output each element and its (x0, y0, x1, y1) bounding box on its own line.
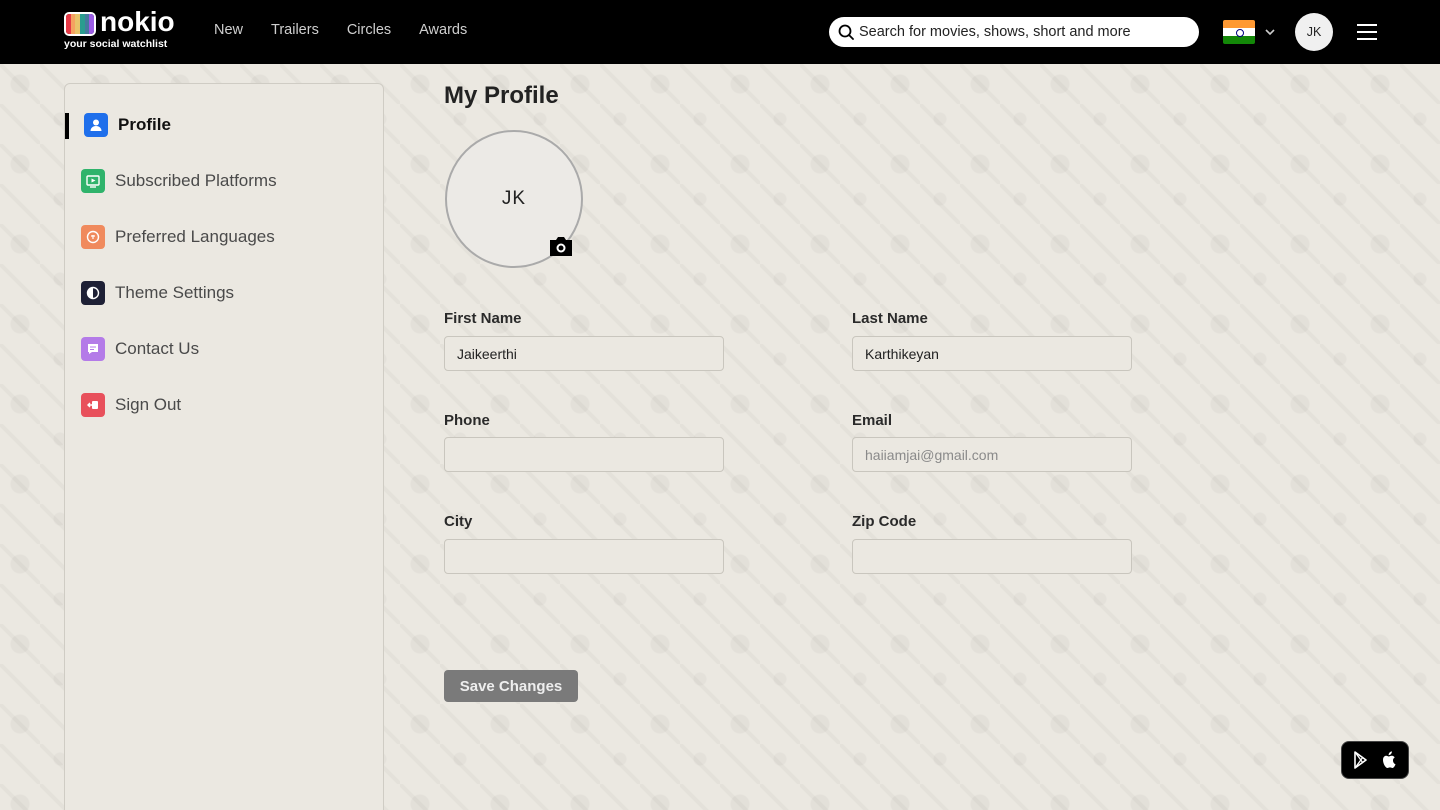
sidebar-item-theme-settings[interactable]: Theme Settings (81, 279, 371, 307)
settings-sidebar: Profile Subscribed Platforms Preferred L… (64, 83, 384, 810)
sidebar-item-label: Profile (118, 115, 171, 134)
language-chat-icon (81, 225, 105, 249)
top-navigation-bar: nokio your social watchlist New Trailers… (0, 0, 1440, 64)
sidebar-item-contact-us[interactable]: Contact Us (81, 335, 371, 363)
sidebar-item-label: Preferred Languages (115, 227, 275, 246)
zip-code-label: Zip Code (852, 513, 917, 530)
first-name-label: First Name (444, 310, 522, 327)
nav-trailers[interactable]: Trailers (271, 22, 319, 38)
message-icon (81, 337, 105, 361)
hamburger-menu-icon[interactable] (1357, 23, 1377, 41)
india-flag-icon[interactable] (1223, 20, 1255, 44)
city-field[interactable] (444, 539, 724, 574)
nav-awards[interactable]: Awards (419, 22, 467, 38)
search-icon (838, 24, 854, 40)
sidebar-item-subscribed-platforms[interactable]: Subscribed Platforms (81, 167, 371, 195)
play-screen-icon (81, 169, 105, 193)
search-bar[interactable] (829, 17, 1199, 47)
email-field[interactable] (852, 437, 1132, 472)
sign-out-icon (81, 393, 105, 417)
avatar-initials: JK (501, 188, 527, 209)
sidebar-item-label: Subscribed Platforms (115, 171, 277, 190)
sidebar-item-label: Sign Out (115, 395, 182, 414)
phone-field[interactable] (444, 437, 724, 472)
zip-code-field[interactable] (852, 539, 1132, 574)
app-store-badge[interactable] (1341, 741, 1409, 779)
active-indicator (65, 113, 69, 139)
last-name-label: Last Name (852, 310, 928, 327)
profile-icon (84, 113, 108, 137)
chevron-down-icon[interactable] (1264, 26, 1276, 38)
theme-contrast-icon (81, 281, 105, 305)
search-input[interactable] (859, 24, 1179, 40)
sidebar-item-sign-out[interactable]: Sign Out (81, 391, 371, 419)
nokio-logo[interactable]: nokio your social watchlist (64, 6, 176, 52)
nav-new[interactable]: New (214, 22, 243, 38)
sidebar-item-label: Theme Settings (115, 283, 235, 302)
first-name-field[interactable] (444, 336, 724, 371)
apple-icon[interactable] (1380, 750, 1398, 770)
save-changes-button[interactable]: Save Changes (444, 670, 578, 702)
email-label: Email (852, 412, 893, 429)
sidebar-item-label: Contact Us (115, 339, 200, 358)
last-name-field[interactable] (852, 336, 1132, 371)
city-label: City (444, 513, 473, 530)
tv-logo-icon (64, 12, 96, 36)
main-nav: New Trailers Circles Awards (214, 22, 467, 38)
camera-icon[interactable] (548, 235, 574, 257)
google-play-icon[interactable] (1352, 750, 1372, 770)
sidebar-item-preferred-languages[interactable]: Preferred Languages (81, 223, 371, 251)
user-avatar[interactable]: JK (1295, 13, 1333, 51)
brand-name: nokio (100, 6, 175, 37)
brand-tagline: your social watchlist (64, 38, 168, 50)
phone-label: Phone (444, 412, 490, 429)
sidebar-item-profile[interactable]: Profile (84, 111, 374, 139)
page-title: My Profile (444, 82, 559, 109)
nav-circles[interactable]: Circles (347, 22, 391, 38)
